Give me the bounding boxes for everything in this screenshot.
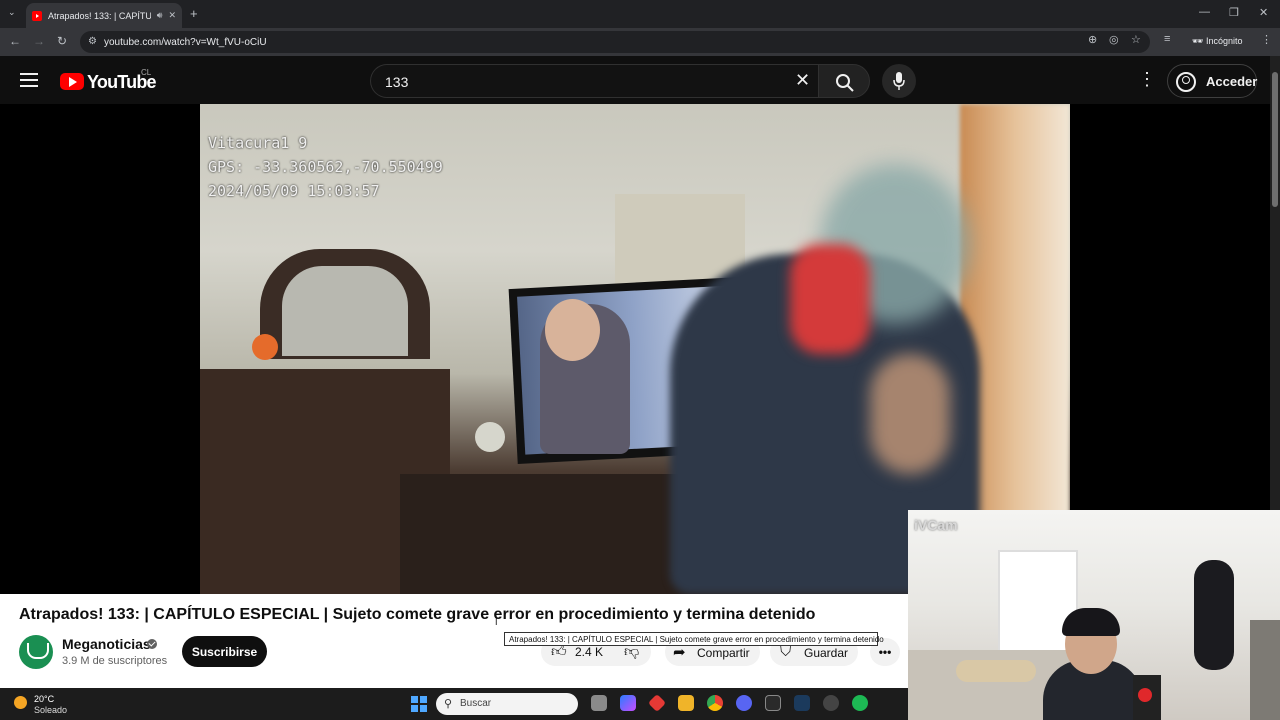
weather-temperature[interactable]: 20°C: [34, 694, 54, 704]
tracking-eye-off-icon[interactable]: ◎: [1109, 33, 1119, 46]
channel-avatar[interactable]: [19, 635, 53, 669]
speaker-icon[interactable]: 🔊︎: [157, 10, 163, 21]
account-icon: [1176, 72, 1196, 92]
settings-more-icon[interactable]: ⋮: [1138, 69, 1156, 90]
voice-search-button[interactable]: [882, 64, 916, 98]
app-red-icon[interactable]: [647, 693, 667, 713]
close-window-icon[interactable]: ✕: [1259, 6, 1268, 19]
browser-tab[interactable]: Atrapados! 133: | CAPÍTULO ESPECIAL 🔊︎ ✕: [26, 3, 182, 28]
incognito-badge[interactable]: 🕶︎ Incógnito: [1192, 36, 1242, 47]
search-icon: [836, 74, 854, 92]
room-door: [1250, 620, 1280, 720]
microphone-icon: [893, 72, 905, 90]
windows-taskbar: 20°C Soleado ⚲ Buscar: [0, 688, 908, 720]
back-arrow-icon[interactable]: ←: [9, 34, 21, 48]
browser-tab-strip: ⌄ Atrapados! 133: | CAPÍTULO ESPECIAL 🔊︎…: [0, 0, 1280, 28]
orange-object: [252, 334, 278, 360]
site-info-icon[interactable]: ⚙︎: [88, 36, 97, 47]
youtube-logo-icon[interactable]: [60, 73, 84, 90]
signin-button[interactable]: Acceder: [1167, 64, 1257, 98]
steam-icon[interactable]: [794, 695, 810, 711]
browser-toolbar: ← → ↻ ⚙︎ youtube.com/watch?v=Wt_fVU-oCiU…: [0, 28, 1280, 56]
restore-icon[interactable]: ❐: [1229, 6, 1239, 19]
streamer-hair: [1062, 608, 1120, 636]
obs-icon[interactable]: [823, 695, 839, 711]
osd-gps: GPS: -33.360562,-70.550499: [208, 158, 443, 176]
channel-name[interactable]: Meganoticias: [62, 636, 151, 652]
subscribe-button[interactable]: Suscribirse: [182, 636, 267, 667]
share-label: Compartir: [697, 646, 750, 660]
weather-condition[interactable]: Soleado: [34, 705, 67, 715]
mirror-glass: [282, 266, 408, 356]
search-input[interactable]: 133 ✕: [370, 64, 818, 98]
taskbar-search-placeholder: Buscar: [460, 698, 492, 709]
speaker-light: [1138, 688, 1152, 702]
tab-title: Atrapados! 133: | CAPÍTULO ESPECIAL: [48, 10, 151, 21]
incognito-icon: 🕶︎: [1192, 36, 1206, 46]
chrome-icon[interactable]: [707, 695, 723, 711]
taskbar-search-icon: ⚲: [444, 698, 453, 710]
title-tooltip: Atrapados! 133: | CAPÍTULO ESPECIAL | Su…: [504, 632, 884, 646]
windows-start-icon[interactable]: [411, 696, 427, 712]
address-bar[interactable]: ⚙︎ youtube.com/watch?v=Wt_fVU-oCiU: [80, 31, 1150, 53]
copilot-icon[interactable]: [620, 695, 636, 711]
osd-timestamp: 2024/05/09 15:03:57: [208, 182, 380, 200]
punching-bag: [1194, 560, 1234, 670]
chrome-menu-icon[interactable]: ⋮: [1261, 33, 1272, 46]
close-tab-icon[interactable]: ✕: [168, 10, 176, 21]
tv-stand: [400, 474, 700, 594]
bookmark-star-icon[interactable]: ☆: [1131, 33, 1141, 46]
address-url: youtube.com/watch?v=Wt_fVU-oCiU: [104, 36, 267, 48]
like-count[interactable]: 2.4 K: [575, 645, 603, 659]
discord-icon[interactable]: [736, 695, 752, 711]
video-title: Atrapados! 133: | CAPÍTULO ESPECIAL | Su…: [19, 606, 816, 623]
epic-games-icon[interactable]: [765, 695, 781, 711]
youtube-header: YouTube CL 133 ✕ ⋮ Acceder: [0, 56, 1270, 104]
verified-badge-icon: [147, 639, 157, 649]
spotify-icon[interactable]: [852, 695, 868, 711]
zoom-icon[interactable]: ⊕: [1088, 33, 1097, 46]
subscriber-count: 3.9 M de suscriptores: [62, 655, 168, 667]
search-query: 133: [385, 74, 409, 90]
country-code: CL: [141, 68, 152, 77]
incognito-label: Incógnito: [1205, 36, 1243, 46]
forward-arrow-icon[interactable]: →: [33, 34, 45, 48]
taskbar-search-box[interactable]: ⚲ Buscar: [436, 693, 578, 715]
webcam-label: iVCam: [914, 517, 958, 533]
clear-search-icon[interactable]: ✕: [795, 70, 810, 91]
webcam-overlay: iVCam: [908, 510, 1280, 720]
tab-search-chevron-icon[interactable]: ⌄: [8, 7, 16, 18]
osd-camera-name: Vitacura1 9: [208, 134, 308, 152]
red-phone: [790, 244, 870, 354]
dog: [956, 660, 1036, 682]
new-tab-plus-icon[interactable]: +: [190, 6, 198, 21]
text-cursor-icon: I: [495, 617, 498, 627]
task-view-icon[interactable]: [591, 695, 607, 711]
save-label: Guardar: [804, 646, 849, 660]
weather-sun-icon[interactable]: [14, 696, 27, 709]
reload-icon[interactable]: ↻: [57, 34, 67, 48]
blurred-hand: [870, 354, 950, 474]
reading-list-icon[interactable]: ≡: [1164, 33, 1170, 45]
youtube-favicon-icon: [32, 10, 42, 21]
minimize-icon[interactable]: —: [1199, 6, 1210, 18]
hamburger-menu-icon[interactable]: [20, 73, 38, 87]
lamp: [475, 422, 505, 452]
scrollbar-thumb[interactable]: [1272, 72, 1278, 207]
file-explorer-icon[interactable]: [678, 695, 694, 711]
signin-label: Acceder: [1206, 73, 1258, 89]
search-button[interactable]: [818, 64, 870, 98]
tv-child-head: [545, 299, 600, 361]
